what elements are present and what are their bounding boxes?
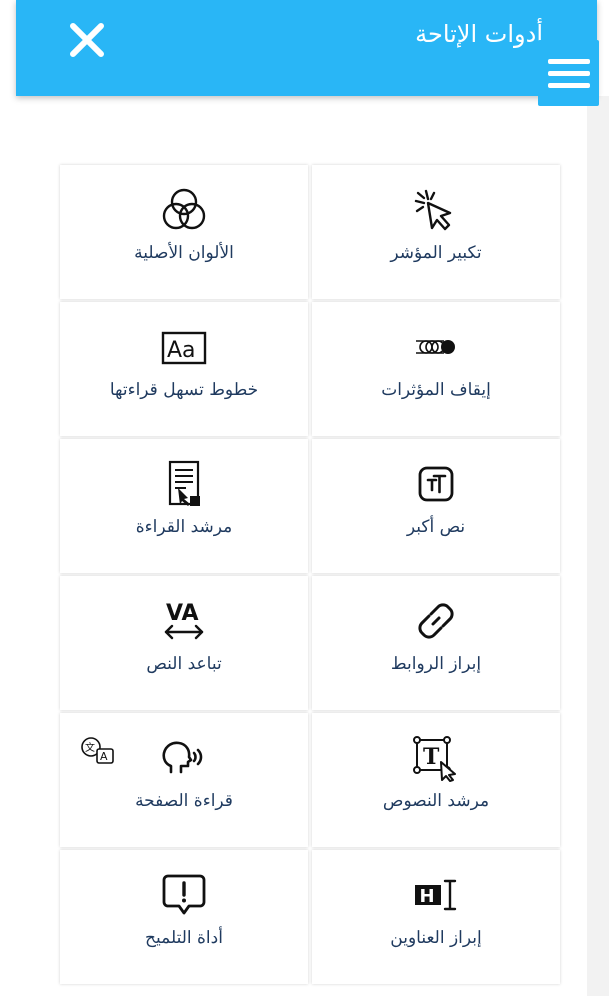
tile-bigger-text[interactable]: نص أكبر [312,439,560,573]
bigger-text-icon [416,461,456,507]
tile-highlight-links[interactable]: إبراز الروابط [312,576,560,710]
panel-title: أدوات الإتاحة [415,20,543,48]
tooltip-icon [162,872,206,918]
tile-label: خطوط تسهل قراءتها [109,380,259,400]
tile-label: أداة التلميح [145,928,223,948]
tile-text-guide[interactable]: T مرشد النصوص [312,713,560,847]
tile-tooltip[interactable]: أداة التلميح [60,850,308,984]
tile-label: إيقاف المؤثرات [381,380,491,400]
hamburger-icon-bar [547,82,590,88]
tile-original-colors[interactable]: الألوان الأصلية [60,165,308,299]
tile-label: مرشد النصوص [382,791,490,811]
tile-label: إبراز العناوين [390,928,482,948]
tile-stop-animations[interactable]: إيقاف المؤثرات [312,302,560,436]
text-guide-icon: T [411,735,461,782]
svg-text:T: T [423,744,440,770]
svg-text:Aa: Aa [167,338,196,363]
panel-header: أدوات الإتاحة [16,0,597,96]
close-button[interactable] [60,18,114,62]
color-circles-icon [161,187,207,233]
read-page-icon [159,735,209,781]
highlight-headings-icon: H [411,872,461,918]
stop-animations-icon [412,324,460,370]
link-icon [413,598,459,644]
tile-label: تكبير المؤشر [390,243,482,263]
tile-label: إبراز الروابط [390,654,482,674]
language-icon[interactable]: 文 A [80,735,118,771]
hamburger-icon-bar [547,70,590,76]
tile-readable-font[interactable]: Aa خطوط تسهل قراءتها [60,302,308,436]
hamburger-icon-bar [547,58,590,64]
text-spacing-icon: VA [160,598,208,644]
svg-text:VA: VA [166,601,199,626]
tile-label: نص أكبر [406,517,466,537]
tile-label: الألوان الأصلية [134,243,234,263]
tile-label: تباعد النص [146,654,222,674]
close-icon [70,23,104,57]
page-background-right [587,96,609,996]
tile-reading-guide[interactable]: مرشد القراءة [60,439,308,573]
tile-text-spacing[interactable]: VA تباعد النص [60,576,308,710]
tile-read-page[interactable]: 文 A قراءة الصفحة [60,713,308,847]
readable-font-icon: Aa [159,324,209,370]
tools-grid: الألوان الأصلية تكبير المؤشر Aa خطوط تسه… [60,165,560,984]
tile-cursor-enlarge[interactable]: تكبير المؤشر [312,165,560,299]
svg-text:H: H [420,886,435,907]
reading-guide-icon [164,460,204,507]
menu-button[interactable] [538,40,599,106]
svg-text:A: A [100,750,108,763]
svg-text:文: 文 [85,741,95,754]
cursor-enlarge-icon [412,187,460,233]
tile-label: مرشد القراءة [135,517,233,537]
tile-label: قراءة الصفحة [135,791,233,811]
tile-highlight-headings[interactable]: H إبراز العناوين [312,850,560,984]
page-background-left [0,96,20,996]
